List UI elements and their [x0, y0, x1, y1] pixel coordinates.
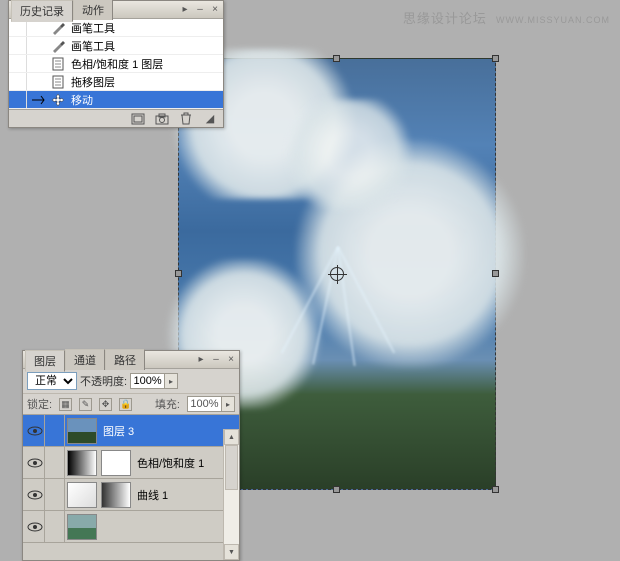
tab-actions[interactable]: 动作: [73, 0, 113, 20]
history-item-brush[interactable]: 画笔工具: [9, 37, 223, 55]
panel-close-icon[interactable]: ×: [225, 354, 237, 366]
panel-menu-icon[interactable]: ▸: [195, 354, 207, 366]
history-item-label: 画笔工具: [67, 38, 115, 54]
transform-handle[interactable]: [175, 270, 182, 277]
link-col[interactable]: [45, 511, 65, 542]
trash-icon[interactable]: [179, 113, 193, 125]
history-panel-footer: ◢: [9, 109, 223, 127]
watermark-url: WWW.MISSYUAN.COM: [496, 15, 610, 25]
layer-row[interactable]: 曲线 1: [23, 479, 239, 511]
panel-minimize-icon[interactable]: –: [194, 4, 206, 16]
history-item-drag-layer[interactable]: 拖移图层: [9, 73, 223, 91]
history-item-move[interactable]: 移动: [9, 91, 223, 109]
tab-history[interactable]: 历史记录: [11, 0, 73, 22]
layer-row[interactable]: [23, 511, 239, 543]
layers-scrollbar[interactable]: ▲ ▼: [223, 429, 239, 560]
history-panel: 历史记录 动作 ▸ – × 画笔工具 画笔工具 色相/饱和度 1 图层: [8, 0, 224, 128]
panel-close-icon[interactable]: ×: [209, 4, 221, 16]
watermark-site: 思缘设计论坛: [403, 11, 487, 26]
tab-layers[interactable]: 图层: [25, 350, 65, 372]
history-marker-col: [11, 37, 27, 54]
layer-thumbnail[interactable]: [67, 514, 97, 540]
transform-handle[interactable]: [333, 486, 340, 493]
transform-handle[interactable]: [492, 55, 499, 62]
layer-mask-thumbnail[interactable]: [101, 450, 131, 476]
layer-options-row: 正常 不透明度: 100% ▸: [23, 369, 239, 394]
history-item-adjustment[interactable]: 色相/饱和度 1 图层: [9, 55, 223, 73]
page-icon: [49, 57, 67, 71]
history-current-marker-icon: [27, 94, 49, 106]
layers-panel: 图层 通道 路径 ▸ – × 正常 不透明度: 100% ▸ 锁定: ▦ ✎ ✥…: [22, 350, 240, 561]
visibility-toggle[interactable]: [25, 447, 45, 478]
page-icon: [49, 75, 67, 89]
history-item-label: 色相/饱和度 1 图层: [67, 56, 163, 72]
scrollbar-track[interactable]: [224, 445, 239, 544]
history-item-brush[interactable]: 画笔工具: [9, 19, 223, 37]
history-item-label: 拖移图层: [67, 74, 115, 90]
history-list: 画笔工具 画笔工具 色相/饱和度 1 图层 拖移图层 移动: [9, 19, 223, 109]
history-marker-col: [11, 55, 27, 72]
history-panel-titlebar[interactable]: 历史记录 动作 ▸ – ×: [9, 1, 223, 19]
transform-handle[interactable]: [492, 270, 499, 277]
new-snapshot-icon[interactable]: [155, 113, 169, 125]
lock-pixels-icon[interactable]: ✎: [79, 398, 92, 411]
layer-row[interactable]: 色相/饱和度 1: [23, 447, 239, 479]
layers-list: 图层 3 色相/饱和度 1 曲线 1: [23, 415, 239, 560]
fill-field[interactable]: 100% ▸: [187, 396, 235, 412]
opacity-field[interactable]: 100% ▸: [130, 373, 178, 389]
blend-mode-select[interactable]: 正常: [27, 372, 77, 390]
new-document-from-state-icon[interactable]: [131, 113, 145, 125]
layer-thumbnail[interactable]: [67, 450, 97, 476]
chevron-right-icon[interactable]: ▸: [165, 374, 177, 388]
lock-transparency-icon[interactable]: ▦: [59, 398, 72, 411]
transform-handle[interactable]: [492, 486, 499, 493]
history-item-label: 移动: [67, 92, 93, 108]
visibility-toggle[interactable]: [25, 511, 45, 542]
layer-thumbnail[interactable]: [67, 482, 97, 508]
layers-panel-titlebar[interactable]: 图层 通道 路径 ▸ – ×: [23, 351, 239, 369]
chevron-right-icon[interactable]: ▸: [222, 397, 234, 411]
visibility-toggle[interactable]: [25, 479, 45, 510]
watermark: 思缘设计论坛 WWW.MISSYUAN.COM: [403, 8, 610, 27]
lock-position-icon[interactable]: ✥: [99, 398, 112, 411]
panel-resize-icon[interactable]: ◢: [203, 113, 217, 125]
lock-all-icon[interactable]: 🔒: [119, 398, 132, 411]
tab-paths[interactable]: 路径: [105, 349, 145, 370]
fill-value[interactable]: 100%: [188, 397, 222, 411]
tab-channels[interactable]: 通道: [65, 349, 105, 370]
brush-icon: [49, 21, 67, 35]
link-col[interactable]: [45, 415, 65, 446]
fill-label: 填充:: [155, 396, 180, 412]
layer-thumbnail[interactable]: [67, 418, 97, 444]
cloud-shape: [279, 99, 419, 209]
scrollbar-down-icon[interactable]: ▼: [224, 544, 239, 560]
layer-name[interactable]: 图层 3: [99, 423, 134, 439]
layer-name[interactable]: 色相/饱和度 1: [133, 455, 204, 471]
history-marker-col: [11, 73, 27, 90]
move-tool-icon: [49, 93, 67, 107]
history-marker-col: [11, 91, 27, 108]
layer-name[interactable]: 曲线 1: [133, 487, 168, 503]
brush-icon: [49, 39, 67, 53]
scrollbar-thumb[interactable]: [225, 445, 238, 490]
layer-mask-thumbnail[interactable]: [101, 482, 131, 508]
scrollbar-up-icon[interactable]: ▲: [224, 429, 239, 445]
history-item-label: 画笔工具: [67, 20, 115, 36]
visibility-toggle[interactable]: [25, 415, 45, 446]
transform-center-icon[interactable]: [330, 267, 344, 281]
panel-menu-icon[interactable]: ▸: [179, 4, 191, 16]
link-col[interactable]: [45, 479, 65, 510]
transform-handle[interactable]: [333, 55, 340, 62]
panel-minimize-icon[interactable]: –: [210, 354, 222, 366]
lock-options-row: 锁定: ▦ ✎ ✥ 🔒 填充: 100% ▸: [23, 394, 239, 415]
history-marker-col: [11, 19, 27, 36]
layer-row[interactable]: 图层 3: [23, 415, 239, 447]
lock-label: 锁定:: [27, 396, 52, 412]
opacity-value[interactable]: 100%: [131, 374, 165, 388]
opacity-label: 不透明度:: [80, 373, 127, 389]
link-col[interactable]: [45, 447, 65, 478]
